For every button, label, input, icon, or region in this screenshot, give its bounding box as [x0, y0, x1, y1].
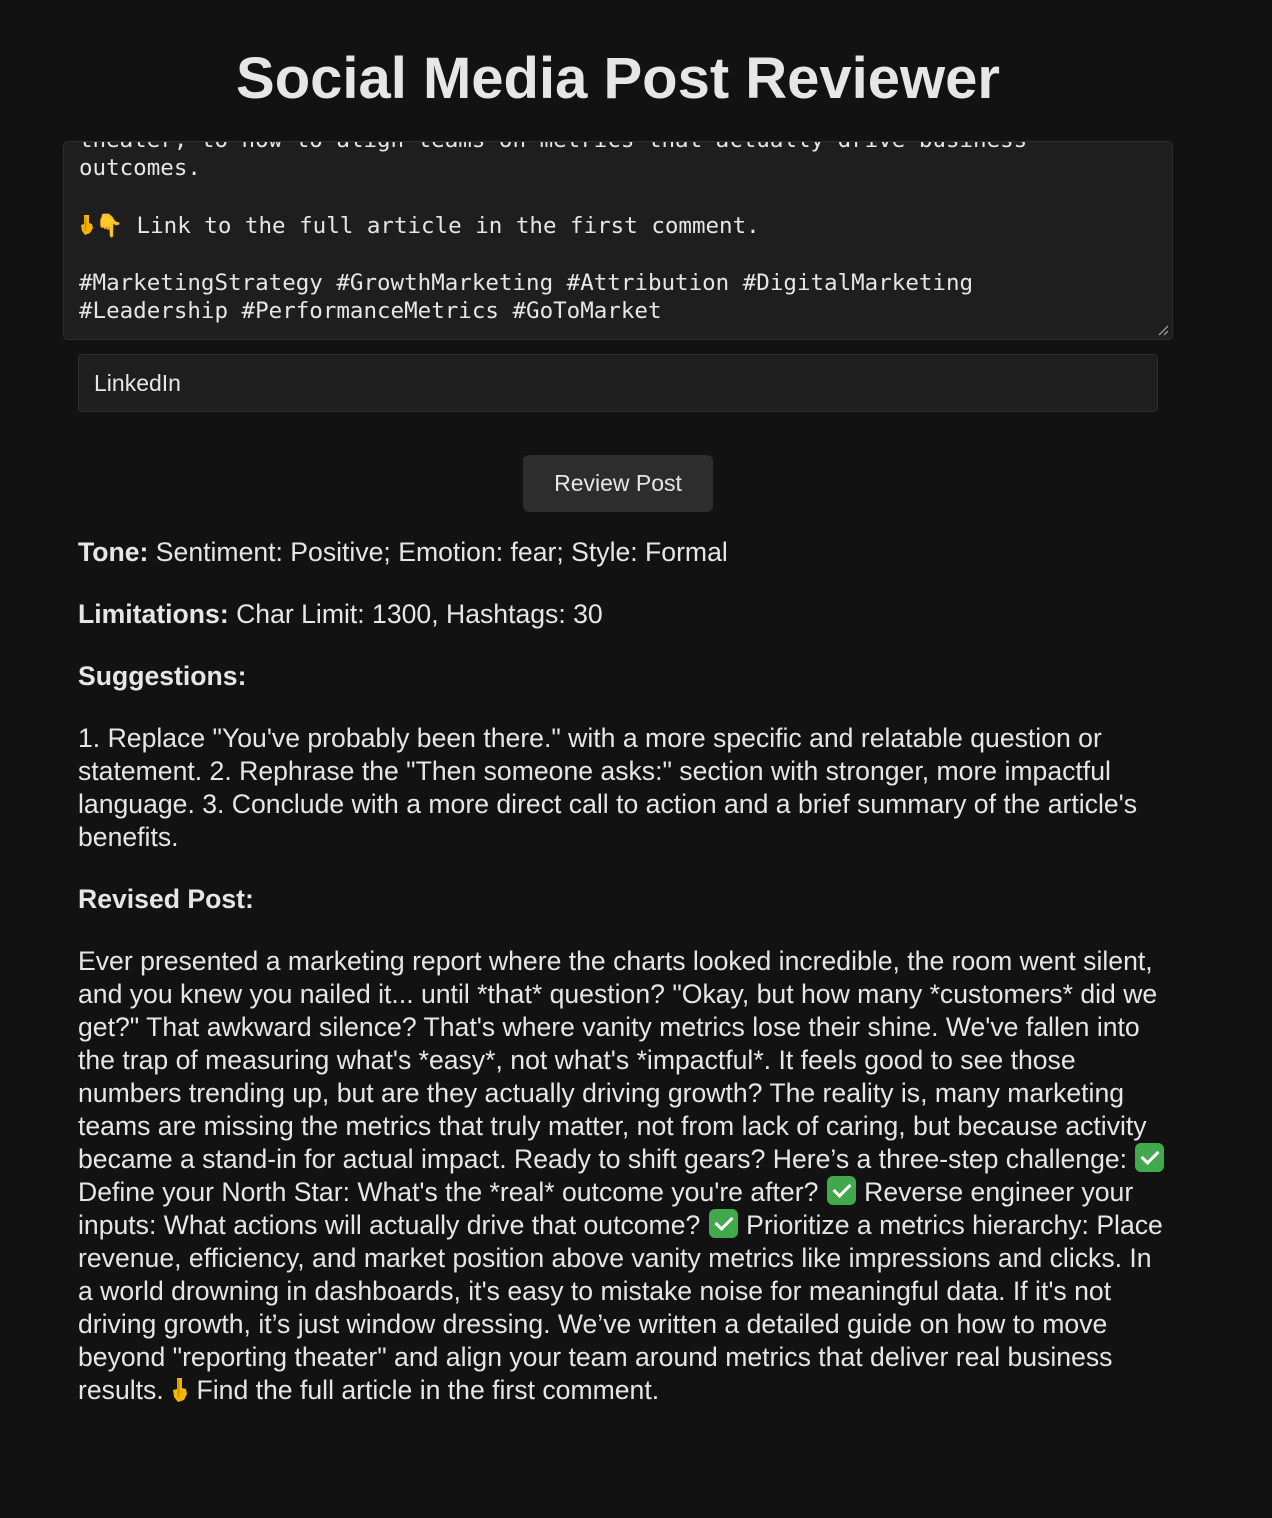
suggestions-text: 1. Replace "You've probably been there."… — [78, 723, 1138, 852]
limitations-value: Char Limit: 1300, Hashtags: 30 — [236, 599, 603, 629]
backhand-index-pointing-down-icon — [173, 1378, 188, 1402]
post-textarea-content[interactable]: theater, to how to align teams on metric… — [79, 142, 1157, 326]
check-mark-button-icon — [826, 1176, 856, 1205]
tone-label: Tone: — [78, 537, 149, 567]
suggestions-label: Suggestions: — [78, 661, 247, 691]
check-mark-button-icon — [1135, 1143, 1165, 1172]
check-mark-button-icon — [708, 1209, 738, 1238]
suggestions-heading: Suggestions: — [78, 660, 1170, 693]
revised-label: Revised Post: — [78, 884, 254, 914]
resize-grip-icon[interactable] — [1157, 324, 1169, 336]
revised-part-5: Find the full article in the first comme… — [189, 1375, 660, 1405]
revised-part-1: Ever presented a marketing report where … — [78, 946, 1158, 1174]
post-line-6: #MarketingStrategy #GrowthMarketing #Att… — [79, 269, 974, 296]
tone-row: Tone: Sentiment: Positive; Emotion: fear… — [78, 536, 1170, 569]
post-line-7: #Leadership #PerformanceMetrics #GoToMar… — [79, 298, 662, 325]
tone-value: Sentiment: Positive; Emotion: fear; Styl… — [155, 537, 728, 567]
backhand-index-pointing-down-icon — [81, 214, 93, 235]
revised-heading: Revised Post: — [78, 883, 1170, 916]
limitations-label: Limitations: — [78, 599, 229, 629]
post-textarea[interactable]: theater, to how to align teams on metric… — [63, 141, 1173, 340]
review-post-button[interactable]: Review Post — [523, 455, 713, 512]
platform-input[interactable]: LinkedIn — [78, 354, 1158, 412]
post-line-1: theater, to how to align teams on metric… — [79, 142, 1027, 153]
revised-post-text: Ever presented a marketing report where … — [78, 945, 1170, 1407]
limitations-row: Limitations: Char Limit: 1300, Hashtags:… — [78, 598, 1170, 631]
post-line-2: outcomes. — [79, 155, 201, 182]
post-line-4: 👇 Link to the full article in the first … — [79, 213, 760, 239]
revised-part-2: Define your North Star: What's the *real… — [78, 1177, 826, 1207]
post-line-4-text: 👇 Link to the full article in the first … — [95, 212, 760, 239]
review-results: Tone: Sentiment: Positive; Emotion: fear… — [78, 536, 1170, 1436]
page-title: Social Media Post Reviewer — [236, 46, 1000, 111]
